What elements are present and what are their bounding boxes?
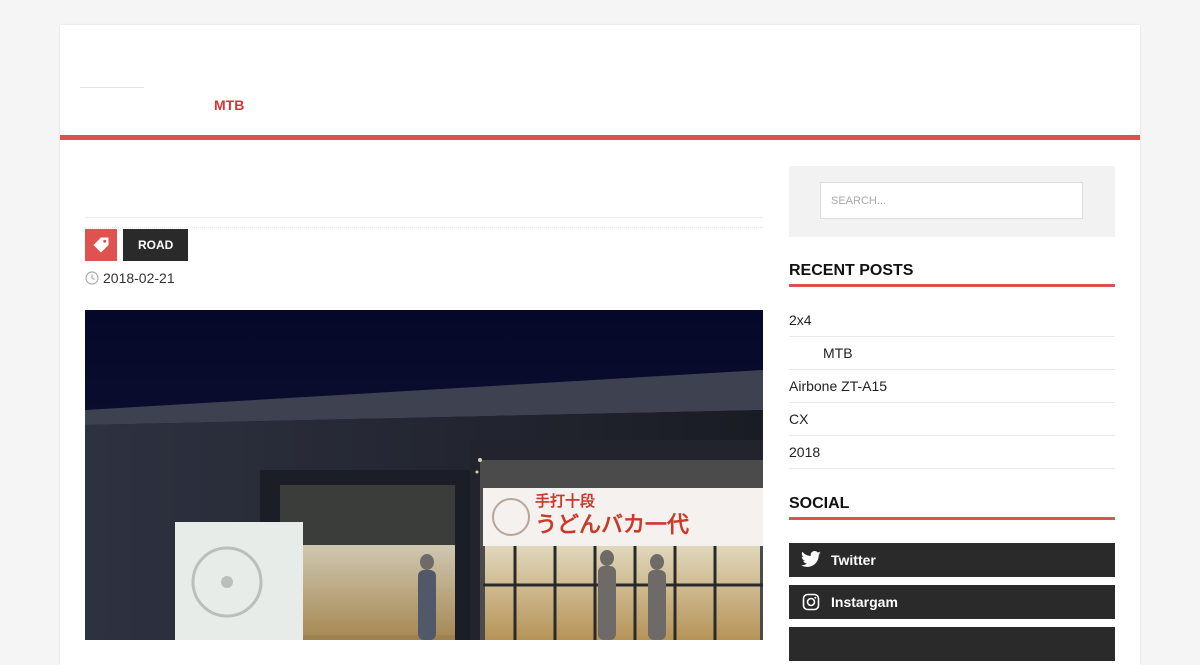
- content-divider-dotted: [85, 227, 763, 228]
- recent-post-item[interactable]: Airbone ZT-A15: [789, 370, 1115, 403]
- twitter-button-label: Twitter: [831, 552, 876, 568]
- instagram-icon: [799, 590, 823, 614]
- instagram-button[interactable]: Instargam: [789, 585, 1115, 619]
- twitter-icon: [799, 548, 823, 572]
- recent-posts-list: 2x4 MTB Airbone ZT-A15 CX 2018: [789, 304, 1115, 469]
- nav-item-mtb[interactable]: MTB: [214, 97, 244, 113]
- recent-post-item[interactable]: 2x4: [789, 304, 1115, 337]
- recent-post-item[interactable]: MTB: [789, 337, 1115, 370]
- nav-divider: [80, 87, 144, 88]
- recent-post-item[interactable]: CX: [789, 403, 1115, 436]
- page-container: MTB ROAD 2018-02-21 手打十段 うどんバカ一代 SEARCH.…: [60, 25, 1140, 665]
- twitter-button[interactable]: Twitter: [789, 543, 1115, 577]
- search-input[interactable]: [820, 182, 1083, 219]
- banner-text-line2: うどんバカ一代: [535, 513, 689, 538]
- category-link-road[interactable]: ROAD: [123, 229, 189, 261]
- tag-icon: [85, 229, 117, 261]
- header-accent-bar: [60, 135, 1140, 140]
- recent-posts-title: RECENT POSTS: [789, 262, 1115, 287]
- recent-post-item[interactable]: 2018: [789, 436, 1115, 469]
- post-date: 2018-02-21: [85, 270, 175, 286]
- instagram-button-label: Instargam: [831, 594, 898, 610]
- post-date-text: 2018-02-21: [103, 270, 175, 286]
- recent-posts-title-rule: [789, 284, 1115, 287]
- social-title: SOCIAL: [789, 495, 1115, 520]
- clock-icon: [85, 271, 99, 285]
- social-title-rule: [789, 517, 1115, 520]
- content-divider: [85, 217, 763, 218]
- social-title-text: SOCIAL: [789, 495, 850, 512]
- category-row: ROAD: [85, 229, 189, 261]
- site-header: MTB: [60, 25, 1140, 135]
- search-widget: [789, 166, 1115, 237]
- banner-text-line1: 手打十段: [535, 492, 595, 510]
- recent-posts-title-text: RECENT POSTS: [789, 262, 914, 279]
- post-featured-image[interactable]: 手打十段 うどんバカ一代: [85, 310, 763, 640]
- social-button-partial[interactable]: [789, 627, 1115, 661]
